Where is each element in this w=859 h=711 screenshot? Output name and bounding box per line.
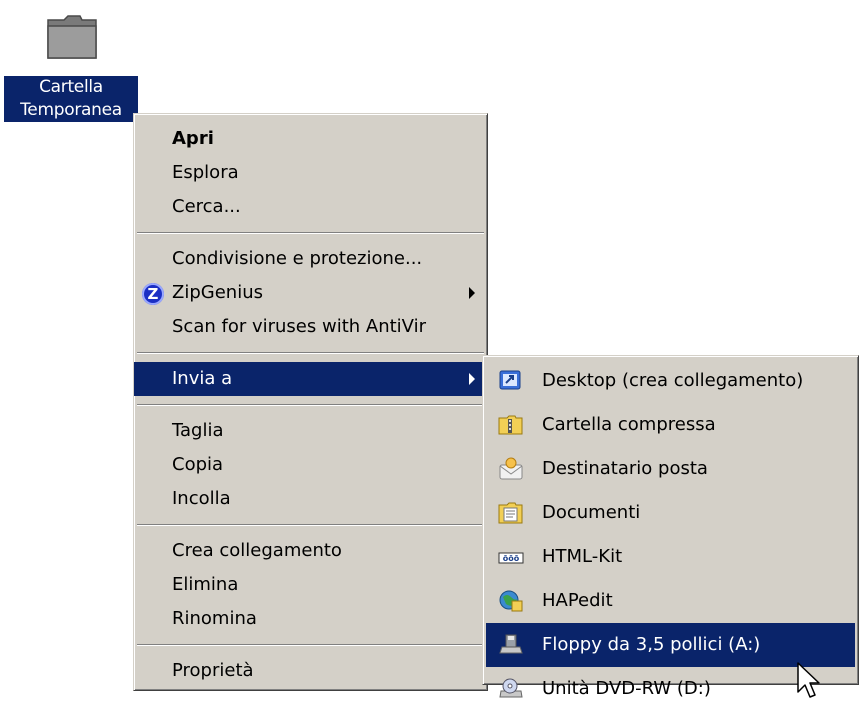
- menu-item-label: Incolla: [172, 488, 231, 509]
- submenu-item-label: Documenti: [542, 502, 641, 523]
- html-kit-icon: ōōō: [498, 552, 524, 564]
- menu-item-copia[interactable]: Copia: [134, 448, 487, 482]
- menu-item-crea-collegamento[interactable]: Crea collegamento: [134, 534, 487, 568]
- menu-separator: [137, 352, 484, 354]
- submenu-arrow-icon: [469, 373, 475, 385]
- submenu-item-floppy[interactable]: Floppy da 3,5 pollici (A:): [486, 623, 855, 667]
- menu-item-condivisione[interactable]: Condivisione e protezione...: [134, 242, 487, 276]
- mail-recipient-icon: [499, 457, 523, 480]
- floppy-drive-icon: [499, 634, 523, 654]
- zipgenius-icon: Z: [142, 283, 164, 305]
- desktop-icon-label: Cartella Temporanea: [4, 76, 138, 122]
- submenu-item-cartella-compressa[interactable]: Cartella compressa: [486, 403, 855, 447]
- submenu-item-html-kit[interactable]: ōōō HTML-Kit: [486, 535, 855, 579]
- dvd-drive-icon: [499, 678, 523, 698]
- menu-item-label: Apri: [172, 128, 214, 149]
- menu-item-label: Esplora: [172, 162, 239, 183]
- desktop-icon-label-line2: Temporanea: [20, 100, 122, 120]
- mouse-cursor-icon: [797, 662, 820, 698]
- menu-item-cerca[interactable]: Cerca...: [134, 190, 487, 224]
- submenu-item-documenti[interactable]: Documenti: [486, 491, 855, 535]
- menu-item-label: Rinomina: [172, 608, 257, 629]
- menu-separator: [137, 232, 484, 234]
- menu-item-invia-a[interactable]: Invia a: [134, 362, 487, 396]
- menu-item-label: Crea collegamento: [172, 540, 342, 561]
- menu-item-label: Cerca...: [172, 196, 241, 217]
- svg-text:ōōō: ōōō: [503, 554, 520, 563]
- menu-item-elimina[interactable]: Elimina: [134, 568, 487, 602]
- submenu-item-hapedit[interactable]: HAPedit: [486, 579, 855, 623]
- desktop-icon-label-line1: Cartella: [39, 77, 103, 97]
- menu-separator: [137, 404, 484, 406]
- menu-item-label: Scan for viruses with AntiVir: [172, 316, 426, 337]
- menu-item-label: Condivisione e protezione...: [172, 248, 423, 269]
- hapedit-icon: [499, 590, 523, 612]
- submenu-item-desktop[interactable]: Desktop (crea collegamento): [486, 359, 855, 403]
- menu-item-label: Elimina: [172, 574, 239, 595]
- submenu-item-label: Floppy da 3,5 pollici (A:): [542, 634, 761, 655]
- menu-item-rinomina[interactable]: Rinomina: [134, 602, 487, 636]
- submenu-item-label: Cartella compressa: [542, 414, 716, 435]
- zip-folder-icon: [498, 415, 523, 435]
- menu-separator: [137, 644, 484, 646]
- menu-separator: [137, 524, 484, 526]
- menu-item-scan-antivir[interactable]: Scan for viruses with AntiVir: [134, 310, 487, 344]
- submenu-item-label: Unità DVD-RW (D:): [542, 678, 711, 699]
- menu-item-proprieta[interactable]: Proprietà: [134, 654, 487, 688]
- menu-item-zipgenius[interactable]: Z ZipGenius: [134, 276, 487, 310]
- menu-item-label: ZipGenius: [172, 282, 263, 303]
- desktop-icon-cartella-temporanea[interactable]: Cartella Temporanea: [0, 0, 140, 135]
- submenu-arrow-icon: [469, 287, 475, 299]
- submenu-item-label: HAPedit: [542, 590, 613, 611]
- submenu-item-label: Desktop (crea collegamento): [542, 370, 804, 391]
- menu-item-label: Proprietà: [172, 660, 254, 681]
- context-menu: Apri Esplora Cerca... Condivisione e pro…: [133, 113, 488, 691]
- send-to-submenu: Desktop (crea collegamento) Cartella com…: [482, 355, 859, 699]
- menu-item-esplora[interactable]: Esplora: [134, 156, 487, 190]
- folder-icon: [47, 15, 97, 59]
- documents-icon: [498, 502, 523, 524]
- menu-item-taglia[interactable]: Taglia: [134, 414, 487, 448]
- menu-item-label: Copia: [172, 454, 224, 475]
- menu-item-incolla[interactable]: Incolla: [134, 482, 487, 516]
- menu-item-label: Invia a: [172, 368, 233, 389]
- menu-item-label: Taglia: [172, 420, 224, 441]
- submenu-item-label: Destinatario posta: [542, 458, 708, 479]
- submenu-item-label: HTML-Kit: [542, 546, 623, 567]
- desktop-shortcut-icon: [499, 370, 521, 390]
- submenu-item-destinatario-posta[interactable]: Destinatario posta: [486, 447, 855, 491]
- menu-item-apri[interactable]: Apri: [134, 122, 487, 156]
